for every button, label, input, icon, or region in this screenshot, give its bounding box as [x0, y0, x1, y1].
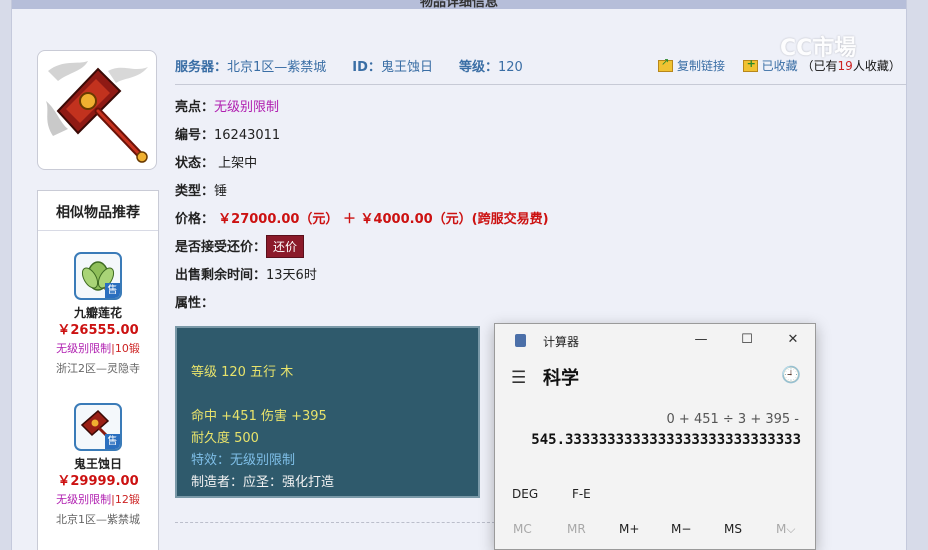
similar-item-price: ￥26555.00: [57, 323, 139, 338]
collect-suffix: 人收藏）: [852, 59, 901, 73]
id-value: 鬼王蚀日: [380, 60, 433, 75]
hamburger-menu-icon[interactable]: ☰: [511, 368, 526, 388]
stats-maker: 制造者：应圣：强化打造: [191, 475, 335, 490]
server-value: 北京1区—紫禁城: [227, 60, 327, 75]
deg-button[interactable]: DEG: [512, 487, 538, 501]
similar-item-limit: 无级别限制: [56, 342, 112, 355]
calculator-expression: 0 + 451 ÷ 3 + 395 -: [666, 412, 799, 427]
price-value: ￥27000.00（元） ＋ ￥4000.00（元）(跨服交易费): [218, 212, 549, 227]
similar-item-meta: 无级别限制|12锻: [38, 491, 158, 509]
info-divider: [175, 84, 906, 85]
similar-item[interactable]: 售 鬼王蚀日 ￥29999.00 无级别限制|12锻 北京1区—紫禁城: [38, 403, 158, 531]
type-label: 类型：: [175, 184, 215, 199]
level-label: 等级：: [458, 60, 498, 75]
item-image: [37, 50, 157, 170]
history-icon[interactable]: 🕘: [781, 365, 801, 384]
similar-item-server: 北京1区—紫禁城: [56, 513, 140, 526]
copy-link-button[interactable]: 复制链接: [677, 59, 725, 73]
price-label: 价格：: [175, 212, 215, 227]
stats-hit-damage: 命中 +451 伤害 +395: [191, 409, 327, 424]
similar-item-price: ￥29999.00: [57, 474, 139, 489]
similar-item[interactable]: 售 九瓣莲花 ￥26555.00 无级别限制|10锻 浙江2区—灵隐寺: [38, 252, 158, 380]
close-button[interactable]: ✕: [779, 329, 807, 351]
number-value: 16243011: [214, 128, 281, 143]
similar-item-name[interactable]: 鬼王蚀日: [38, 456, 158, 473]
time-label: 出售剩余时间：: [175, 268, 267, 283]
status-value: 上架中: [218, 156, 258, 171]
time-row: 出售剩余时间：13天6时: [175, 264, 317, 283]
hammer-weapon-icon: [46, 61, 148, 163]
similar-item-meta: 无级别限制|10锻: [38, 340, 158, 358]
memory-store-button[interactable]: MS: [724, 522, 742, 536]
memory-clear-button[interactable]: MC: [513, 522, 532, 536]
stats-level-element: 等级 120 五行 木: [191, 365, 294, 380]
similar-item-limit: 无级别限制: [56, 493, 112, 506]
similar-items-title: 相似物品推荐: [38, 191, 158, 231]
highlight-label: 亮点：: [175, 100, 215, 115]
right-frame-strip: [906, 0, 928, 550]
copy-link-icon: [658, 57, 673, 72]
similar-item-name[interactable]: 九瓣莲花: [38, 305, 158, 322]
fe-button[interactable]: F-E: [572, 487, 591, 501]
calculator-app-icon: [515, 334, 526, 347]
similar-item-server: 浙江2区—灵隐寺: [56, 362, 140, 375]
watermark-logo: CC市場: [780, 36, 857, 61]
detail-header-bar: 物品详细信息: [12, 0, 906, 9]
similar-item-forge: |12锻: [111, 493, 140, 506]
stats-effect: 特效：无级别限制: [191, 453, 296, 468]
counter-offer-button[interactable]: 还价: [266, 235, 305, 258]
number-row: 编号：16243011: [175, 124, 280, 143]
minimize-button[interactable]: —: [687, 329, 715, 351]
memory-subtract-button[interactable]: M−: [671, 522, 691, 536]
maximize-button[interactable]: ☐: [733, 329, 761, 351]
collect-icon: [742, 57, 758, 72]
calculator-mode-row: DEG F-E: [512, 487, 621, 501]
similar-item-thumbnail[interactable]: 售: [74, 403, 122, 451]
left-frame-strip: [0, 0, 12, 550]
price-row: 价格： ￥27000.00（元） ＋ ￥4000.00（元）(跨服交易费): [175, 208, 549, 227]
section-divider: [175, 522, 495, 523]
calculator-titlebar[interactable]: 计算器 — ☐ ✕: [495, 324, 815, 356]
memory-recall-button[interactable]: MR: [567, 522, 586, 536]
type-value: 锤: [214, 184, 228, 199]
attributes-label: 属性：: [175, 296, 215, 311]
highlight-row: 亮点：无级别限制: [175, 96, 279, 115]
bargain-label: 是否接受还价：: [175, 240, 267, 255]
similar-item-forge: |10锻: [111, 342, 140, 355]
calculator-window[interactable]: 计算器 — ☐ ✕ ☰ 科学 🕘 0 + 451 ÷ 3 + 395 - 545…: [494, 323, 816, 550]
time-value: 13天6时: [266, 268, 317, 283]
detail-header-title: 物品详细信息: [419, 0, 498, 9]
calculator-mode-title: 科学: [543, 368, 579, 389]
bargain-row: 是否接受还价： 还价: [175, 235, 305, 258]
calculator-title: 计算器: [543, 335, 580, 349]
sale-badge: 售: [105, 434, 120, 449]
memory-add-button[interactable]: M+: [619, 522, 639, 536]
sale-badge: 售: [105, 283, 120, 298]
attributes-row: 属性：: [175, 292, 214, 311]
highlight-value: 无级别限制: [214, 100, 280, 115]
type-row: 类型：锤: [175, 180, 227, 199]
number-label: 编号：: [175, 128, 215, 143]
item-basic-info: 服务器：北京1区—紫禁城 ID：鬼王蚀日 等级：120: [175, 56, 523, 75]
server-label: 服务器：: [175, 60, 228, 75]
memory-list-button[interactable]: M⌵: [776, 522, 795, 537]
status-row: 状态： 上架中: [175, 152, 257, 171]
item-stats-box: 等级 120 五行 木 命中 +451 伤害 +395 耐久度 500 特效：无…: [175, 326, 480, 498]
calculator-result: 545.3333333333333333333333333333: [531, 432, 801, 448]
stats-durability: 耐久度 500: [191, 431, 259, 446]
calculator-header: ☰ 科学 🕘: [495, 356, 815, 394]
similar-items-panel: 相似物品推荐 售 九瓣莲花 ￥26555.00 无级别限制|10锻 浙江2区—灵…: [37, 190, 159, 550]
id-label: ID：: [352, 60, 381, 75]
similar-item-thumbnail[interactable]: 售: [74, 252, 122, 300]
level-value: 120: [497, 60, 523, 75]
status-label: 状态：: [175, 156, 215, 171]
